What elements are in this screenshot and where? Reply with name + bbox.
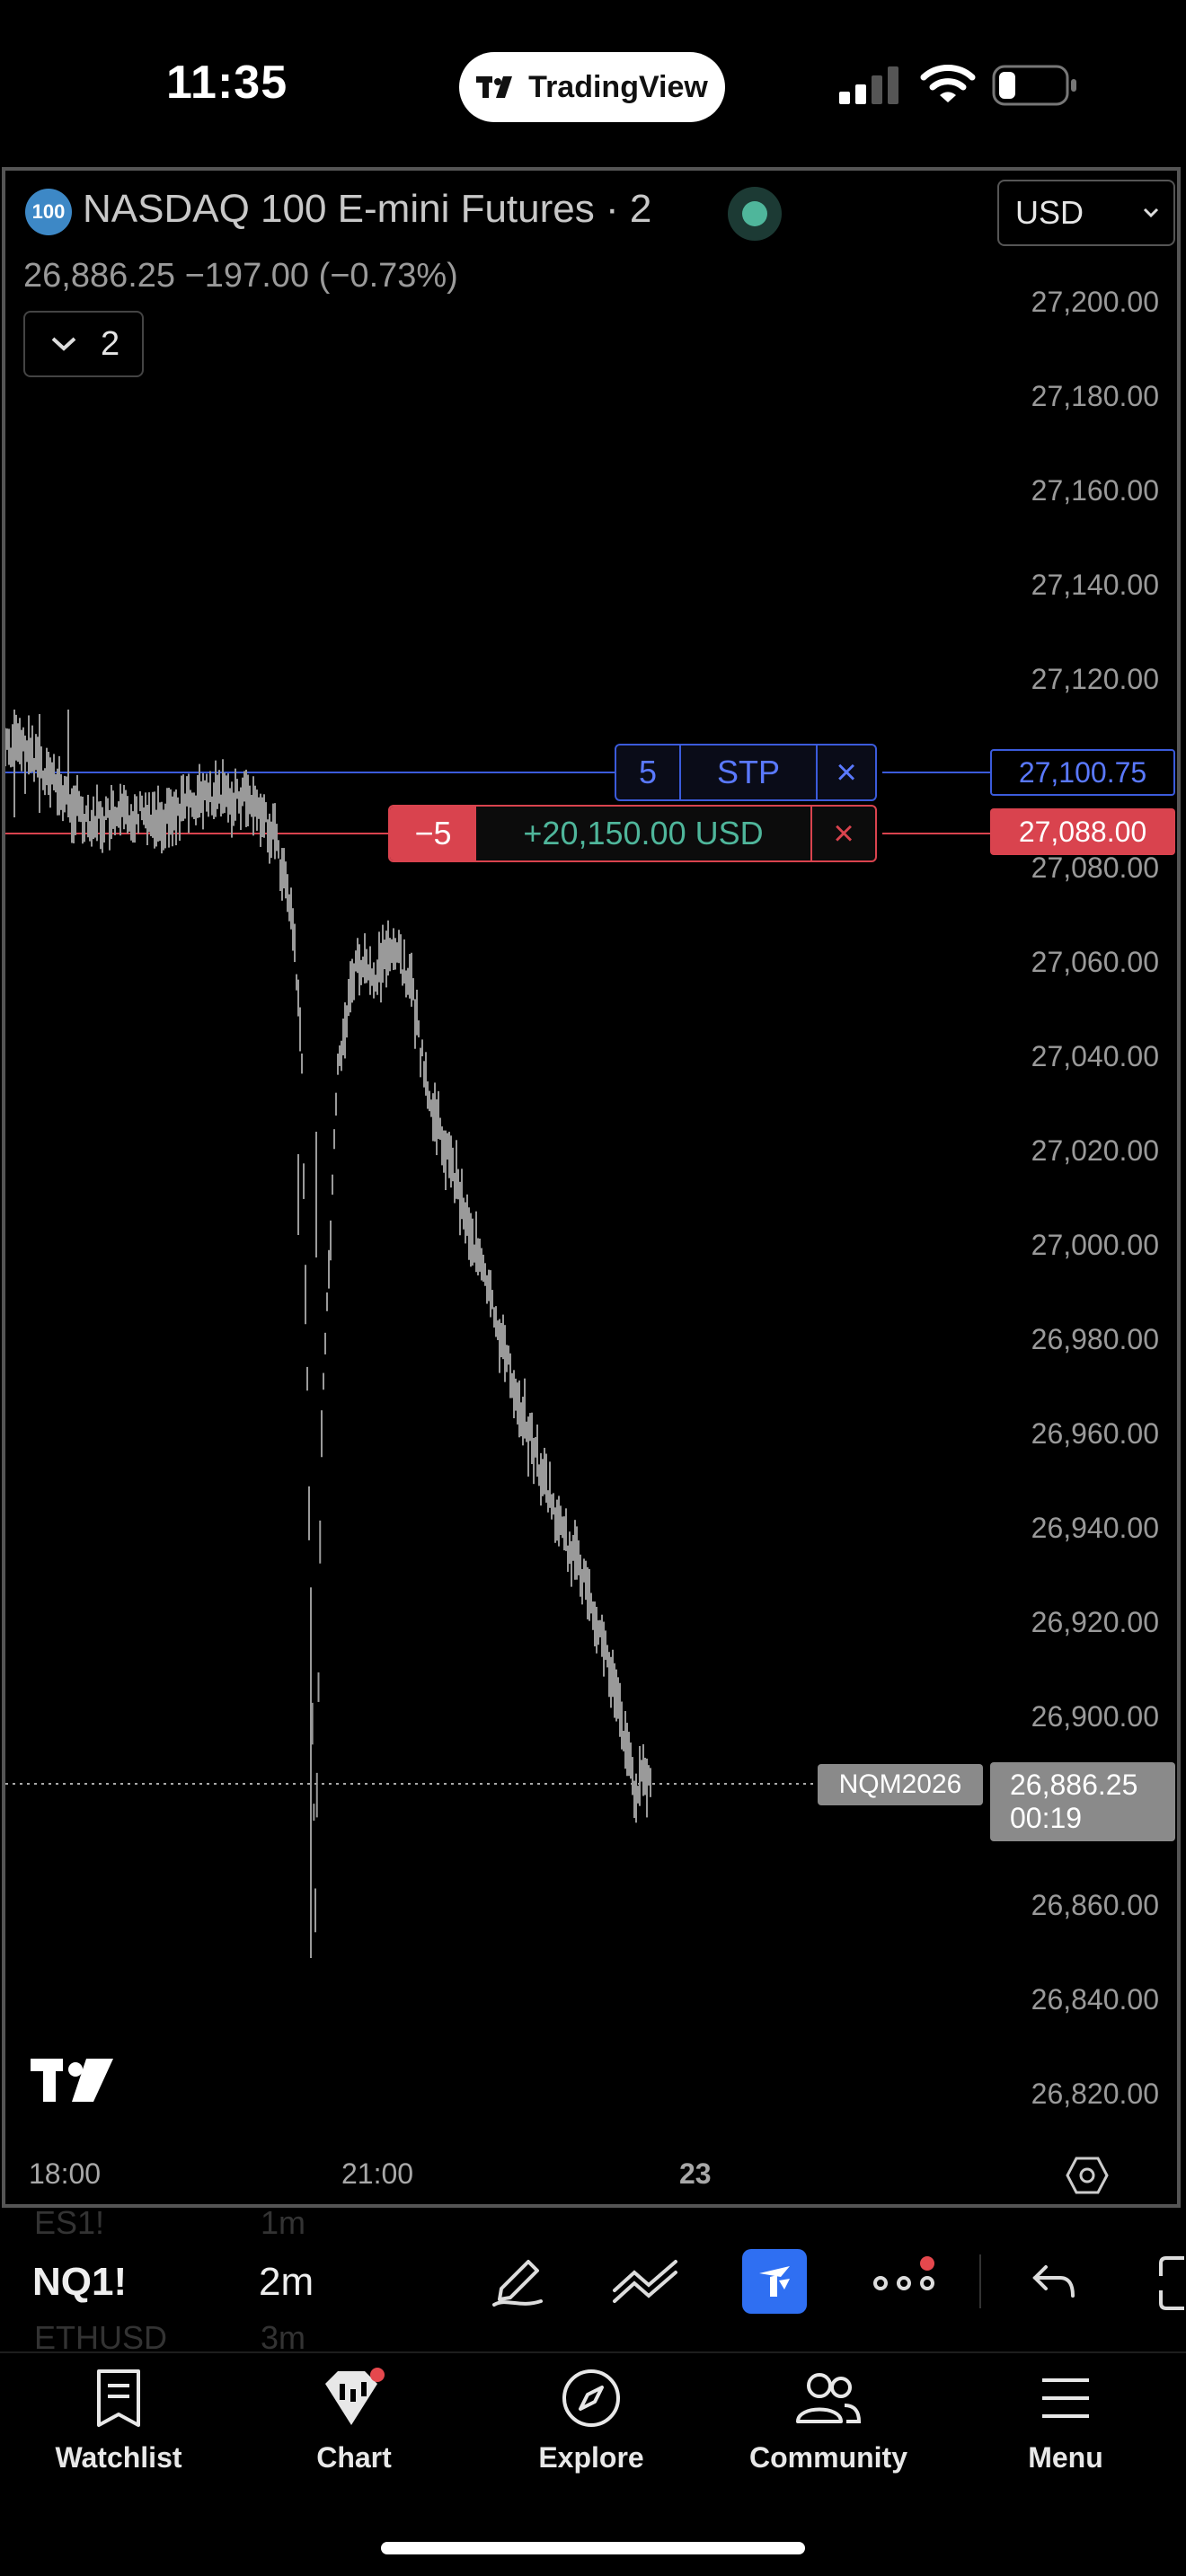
price-axis-label: 26,900.00 — [1031, 1700, 1159, 1733]
chart-icon — [325, 2368, 385, 2425]
price-axis-label: 27,020.00 — [1031, 1134, 1159, 1167]
home-indicator — [381, 2542, 805, 2554]
price-axis-label: 26,980.00 — [1031, 1323, 1159, 1355]
compass-icon — [562, 2369, 620, 2427]
battery-icon — [992, 65, 1076, 106]
cancel-stop-order-button[interactable]: × — [818, 745, 875, 799]
more-tools-button[interactable] — [872, 2256, 938, 2310]
cellular-signal-icon — [839, 66, 898, 104]
status-time: 11:35 — [166, 57, 288, 109]
undo-icon[interactable] — [1031, 2260, 1078, 2303]
fullscreen-icon[interactable] — [1157, 2254, 1186, 2312]
tab-explore[interactable]: Explore — [510, 2368, 672, 2475]
price-axis-label: 26,960.00 — [1031, 1417, 1159, 1450]
currency-value: USD — [1015, 194, 1084, 231]
tab-label: Chart — [316, 2441, 392, 2474]
tab-menu[interactable]: Menu — [985, 2368, 1146, 2475]
price-axis-label: 27,160.00 — [1031, 474, 1159, 507]
price-axis-label: 27,180.00 — [1031, 380, 1159, 412]
symbol-picker-prev[interactable]: ES1! — [34, 2204, 104, 2242]
watchlist-icon — [97, 2369, 140, 2427]
price-axis-label: 27,200.00 — [1031, 286, 1159, 318]
toolbar-divider — [979, 2254, 981, 2308]
tradingview-pill[interactable]: TradingView — [459, 52, 725, 122]
stop-order-qty[interactable]: 5 — [616, 745, 681, 799]
tab-label: Explore — [538, 2441, 644, 2474]
tab-watchlist[interactable]: Watchlist — [38, 2368, 199, 2475]
time-axis-label: 21:00 — [341, 2157, 414, 2190]
trade-icon — [759, 2266, 790, 2297]
tradingview-pill-label: TradingView — [528, 69, 708, 104]
community-icon — [796, 2373, 862, 2423]
position-pnl[interactable]: +20,150.00 USD — [476, 807, 812, 860]
drawing-tool-icon[interactable] — [489, 2253, 546, 2310]
position-tag[interactable]: −5 +20,150.00 USD × — [388, 805, 877, 862]
chevron-down-icon — [1143, 207, 1159, 218]
tab-community[interactable]: Community — [748, 2368, 909, 2475]
price-axis-label: 27,120.00 — [1031, 663, 1159, 695]
price-axis-label: 27,140.00 — [1031, 569, 1159, 601]
tab-bar-divider — [0, 2351, 1186, 2353]
position-price-tag: 27,088.00 — [990, 808, 1175, 855]
time-axis-label: 23 — [679, 2157, 712, 2190]
price-bars — [5, 710, 651, 1958]
price-axis-label: 26,940.00 — [1031, 1512, 1159, 1544]
close-position-button[interactable]: × — [812, 807, 875, 860]
tab-label: Watchlist — [55, 2441, 182, 2474]
interval-picker-prev[interactable]: 1m — [261, 2204, 305, 2242]
price-axis-label: 27,000.00 — [1031, 1229, 1159, 1261]
tradingview-watermark-logo — [31, 2059, 113, 2102]
price-chart[interactable] — [5, 171, 994, 2147]
tab-label: Community — [749, 2441, 907, 2474]
contract-label: NQM2026 — [818, 1764, 983, 1805]
position-qty[interactable]: −5 — [390, 807, 476, 860]
time-axis-label: 18:00 — [29, 2157, 102, 2190]
tradingview-logo-icon — [476, 76, 513, 98]
tab-chart[interactable]: Chart — [273, 2368, 435, 2475]
stop-order-tag[interactable]: 5 STP × — [615, 744, 877, 801]
bar-countdown: 00:19 — [1010, 1802, 1083, 1834]
price-axis-label: 26,840.00 — [1031, 1983, 1159, 2016]
last-price-tag: 26,886.25 00:19 — [990, 1762, 1175, 1841]
stop-price-tag: 27,100.75 — [990, 749, 1175, 796]
tab-label: Menu — [1028, 2441, 1103, 2474]
price-axis-label: 26,920.00 — [1031, 1606, 1159, 1638]
chart-settings-icon[interactable] — [1066, 2156, 1109, 2195]
price-axis-label: 27,040.00 — [1031, 1040, 1159, 1072]
trade-tool-button[interactable] — [742, 2249, 807, 2314]
price-axis-label: 26,820.00 — [1031, 2078, 1159, 2110]
hamburger-menu-icon — [1042, 2378, 1089, 2418]
symbol-picker[interactable]: NQ1! — [32, 2260, 127, 2305]
wifi-icon — [920, 65, 976, 102]
price-axis-label: 26,860.00 — [1031, 1889, 1159, 1921]
last-price-value: 26,886.25 — [1010, 1769, 1138, 1801]
more-dots-icon — [873, 2256, 934, 2290]
trend-line-tool-icon[interactable] — [611, 2254, 679, 2308]
interval-picker[interactable]: 2m — [259, 2260, 314, 2305]
price-axis-label: 27,080.00 — [1031, 851, 1159, 884]
stop-order-type[interactable]: STP — [681, 745, 818, 799]
currency-select[interactable]: USD — [997, 180, 1175, 246]
price-axis-label: 27,060.00 — [1031, 946, 1159, 978]
